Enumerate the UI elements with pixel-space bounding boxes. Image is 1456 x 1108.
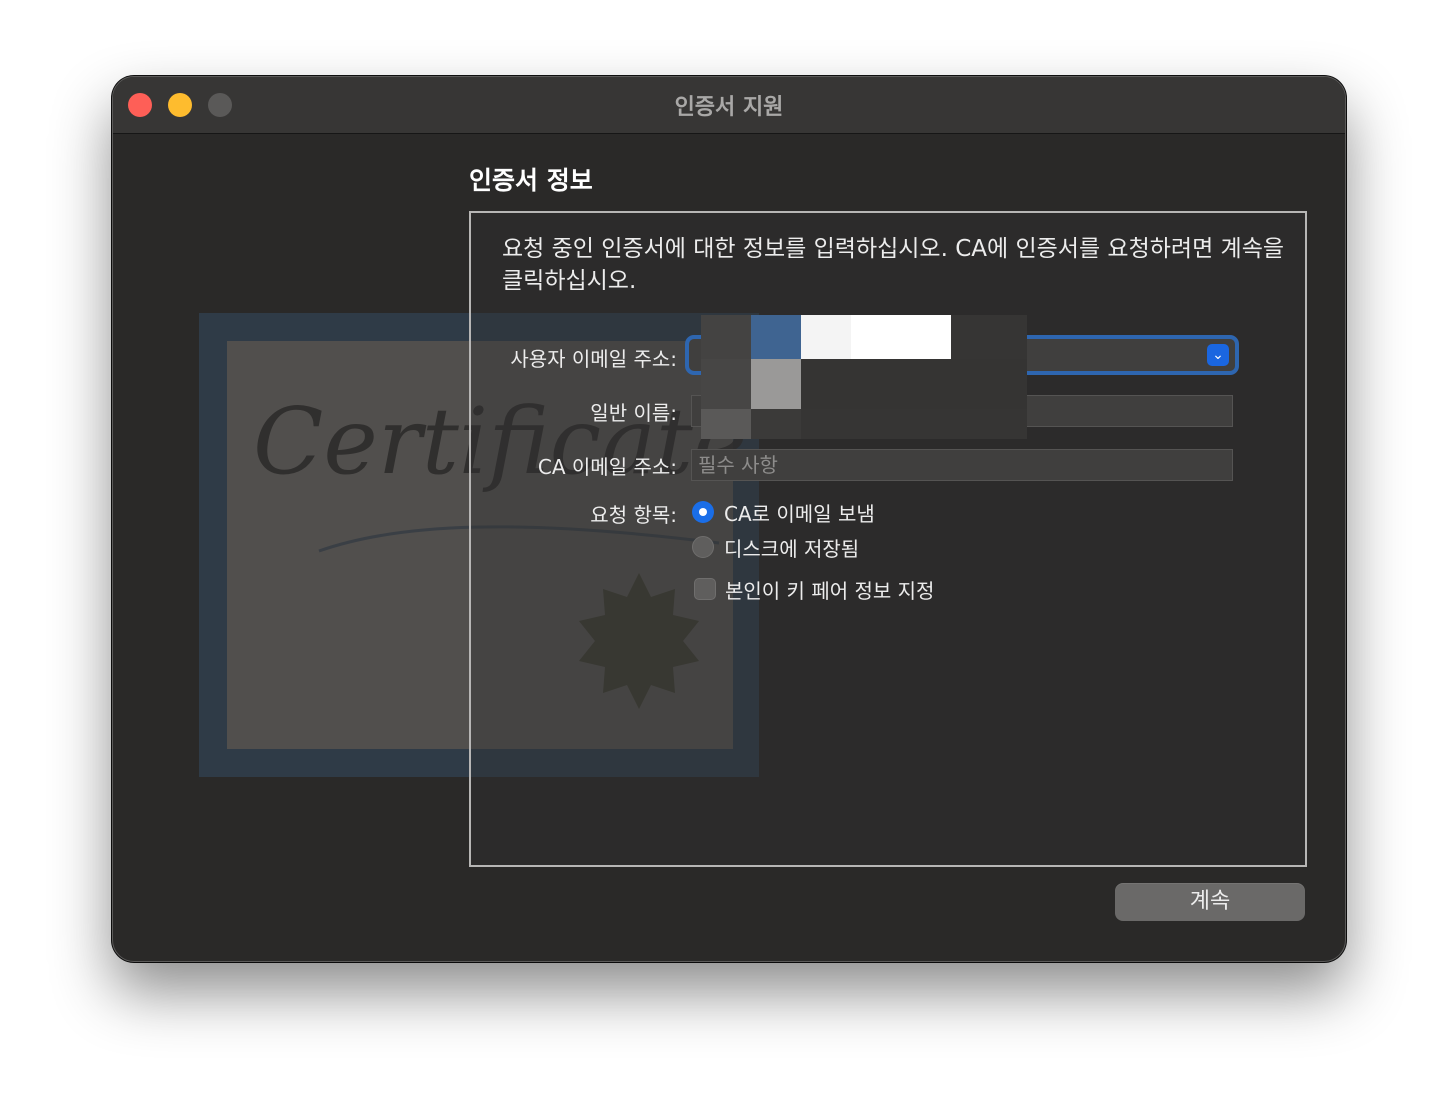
user-email-label: 사용자 이메일 주소: xyxy=(510,347,677,371)
request-label: 요청 항목: xyxy=(590,503,677,527)
title-bar: 인증서 지원 xyxy=(113,77,1345,134)
certificate-assistant-window: 인증서 지원 Certificate 인증서 정보 요청 중인 인증서에 대한 … xyxy=(112,76,1346,962)
instructions-text: 요청 중인 인증서에 대한 정보를 입력하십시오. CA에 인증서를 요청하려면… xyxy=(502,236,1285,294)
email-ca-option-label[interactable]: CA로 이메일 보냄 xyxy=(724,498,875,527)
window-title: 인증서 지원 xyxy=(674,95,784,120)
ca-email-label: CA 이메일 주소: xyxy=(537,455,677,479)
chevron-down-icon[interactable]: ⌄ xyxy=(1207,344,1229,366)
key-pair-checkbox[interactable] xyxy=(694,578,716,600)
page-title: 인증서 정보 xyxy=(469,166,593,195)
common-name-label: 일반 이름: xyxy=(590,401,677,425)
save-disk-radio[interactable] xyxy=(692,536,714,558)
continue-button[interactable]: 계속 xyxy=(1115,883,1305,921)
ca-email-placeholder: 필수 사항 xyxy=(698,453,778,477)
key-pair-option-label[interactable]: 본인이 키 페어 정보 지정 xyxy=(725,575,934,604)
email-ca-radio[interactable] xyxy=(692,501,714,523)
save-disk-option-label[interactable]: 디스크에 저장됨 xyxy=(724,533,859,562)
ca-email-field[interactable]: 필수 사항 xyxy=(691,449,1233,481)
certificate-info-panel: 요청 중인 인증서에 대한 정보를 입력하십시오. CA에 인증서를 요청하려면… xyxy=(469,211,1307,867)
